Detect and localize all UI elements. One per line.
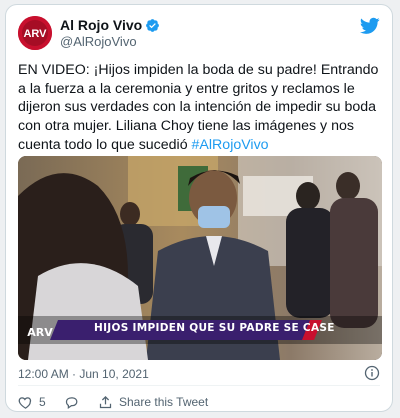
- avatar[interactable]: ARV: [18, 16, 52, 50]
- avatar-logo-text: ARV: [23, 28, 47, 40]
- tweet-text: EN VIDEO: ¡Hijos impiden la boda de su p…: [18, 61, 384, 155]
- divider: [18, 385, 380, 386]
- tweet-card: ARV Al Rojo Vivo @AlRojoVivo EN VIDEO: ¡…: [5, 4, 393, 412]
- hashtag-link[interactable]: #AlRojoVivo: [192, 137, 269, 153]
- share-icon: [99, 395, 112, 408]
- share-label: Share this Tweet: [119, 395, 209, 409]
- tweet-actions: 5 Share this Tweet: [18, 393, 208, 411]
- tweet-timestamp[interactable]: 12:00 AM · Jun 10, 2021: [18, 367, 149, 381]
- share-button[interactable]: Share this Tweet: [98, 395, 208, 410]
- video-thumbnail[interactable]: ARV HIJOS IMPIDEN QUE SU PADRE SE CASE: [18, 156, 382, 360]
- author-handle[interactable]: @AlRojoVivo: [60, 34, 137, 49]
- comment-icon: [65, 396, 78, 409]
- info-icon[interactable]: [364, 365, 380, 381]
- twitter-bird-icon[interactable]: [359, 17, 380, 35]
- author-name[interactable]: Al Rojo Vivo: [60, 17, 142, 33]
- channel-logo: ARV: [27, 326, 53, 339]
- author-name-row[interactable]: Al Rojo Vivo: [60, 17, 160, 33]
- reply-button[interactable]: [64, 395, 98, 410]
- heart-icon: [18, 396, 32, 409]
- like-count: 5: [39, 395, 46, 409]
- like-button[interactable]: 5: [18, 395, 64, 410]
- verified-badge-icon: [145, 18, 160, 33]
- video-banner-text: HIJOS IMPIDEN QUE SU PADRE SE CASE: [94, 322, 335, 334]
